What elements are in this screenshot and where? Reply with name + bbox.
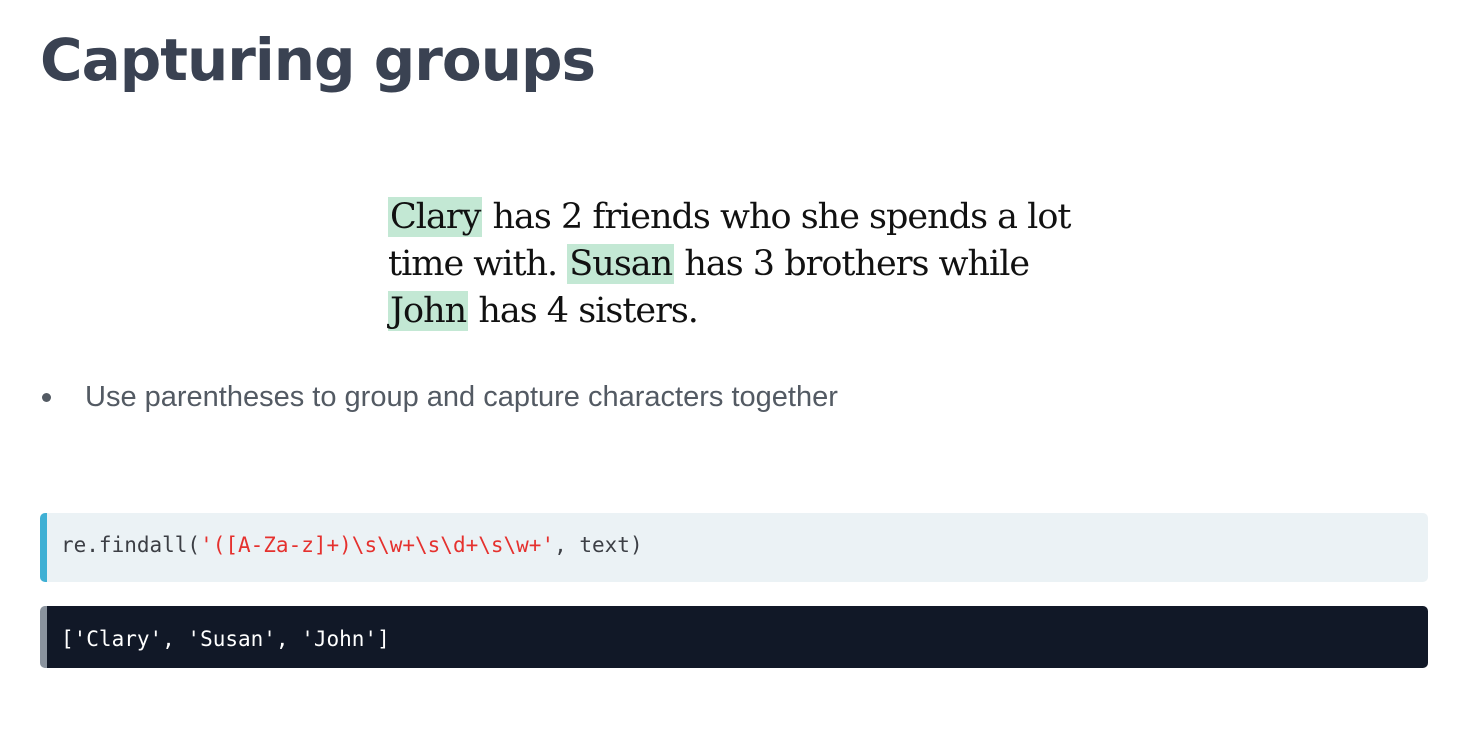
bullet-text: Use parentheses to group and capture cha… xyxy=(85,381,838,413)
example-text-image: Clary has 2 friends who she spends a lot… xyxy=(388,194,1088,335)
output-block[interactable]: ['Clary', 'Susan', 'John'] xyxy=(40,606,1428,668)
bullet-item: Use parentheses to group and capture cha… xyxy=(40,375,838,419)
example-text: has 2 friends who she spends a lot xyxy=(482,197,1071,237)
example-text: has 3 brothers while xyxy=(674,244,1030,284)
code-block[interactable]: re.findall('([A-Za-z]+)\s\w+\s\d+\s\w+',… xyxy=(40,513,1428,582)
example-text: time with. xyxy=(388,244,568,284)
code-arguments: , text) xyxy=(554,533,643,557)
highlighted-match-clary: Clary xyxy=(388,197,483,237)
code-regex-string: '([A-Za-z]+)\s\w+\s\d+\s\w+' xyxy=(200,533,555,557)
example-line-1: Clary has 2 friends who she spends a lot xyxy=(388,194,1088,241)
slide-title: Capturing groups xyxy=(40,26,596,94)
bullet-list: Use parentheses to group and capture cha… xyxy=(40,375,838,419)
example-line-3: John has 4 sisters. xyxy=(388,288,1088,335)
highlighted-match-john: John xyxy=(388,291,469,331)
code-function-call: re.findall( xyxy=(61,533,201,557)
example-text: has 4 sisters. xyxy=(468,291,699,331)
highlighted-match-susan: Susan xyxy=(567,244,675,284)
bullet-dot-icon xyxy=(42,393,51,402)
output-text: ['Clary', 'Susan', 'John'] xyxy=(61,627,390,651)
example-line-2: time with. Susan has 3 brothers while xyxy=(388,241,1088,288)
